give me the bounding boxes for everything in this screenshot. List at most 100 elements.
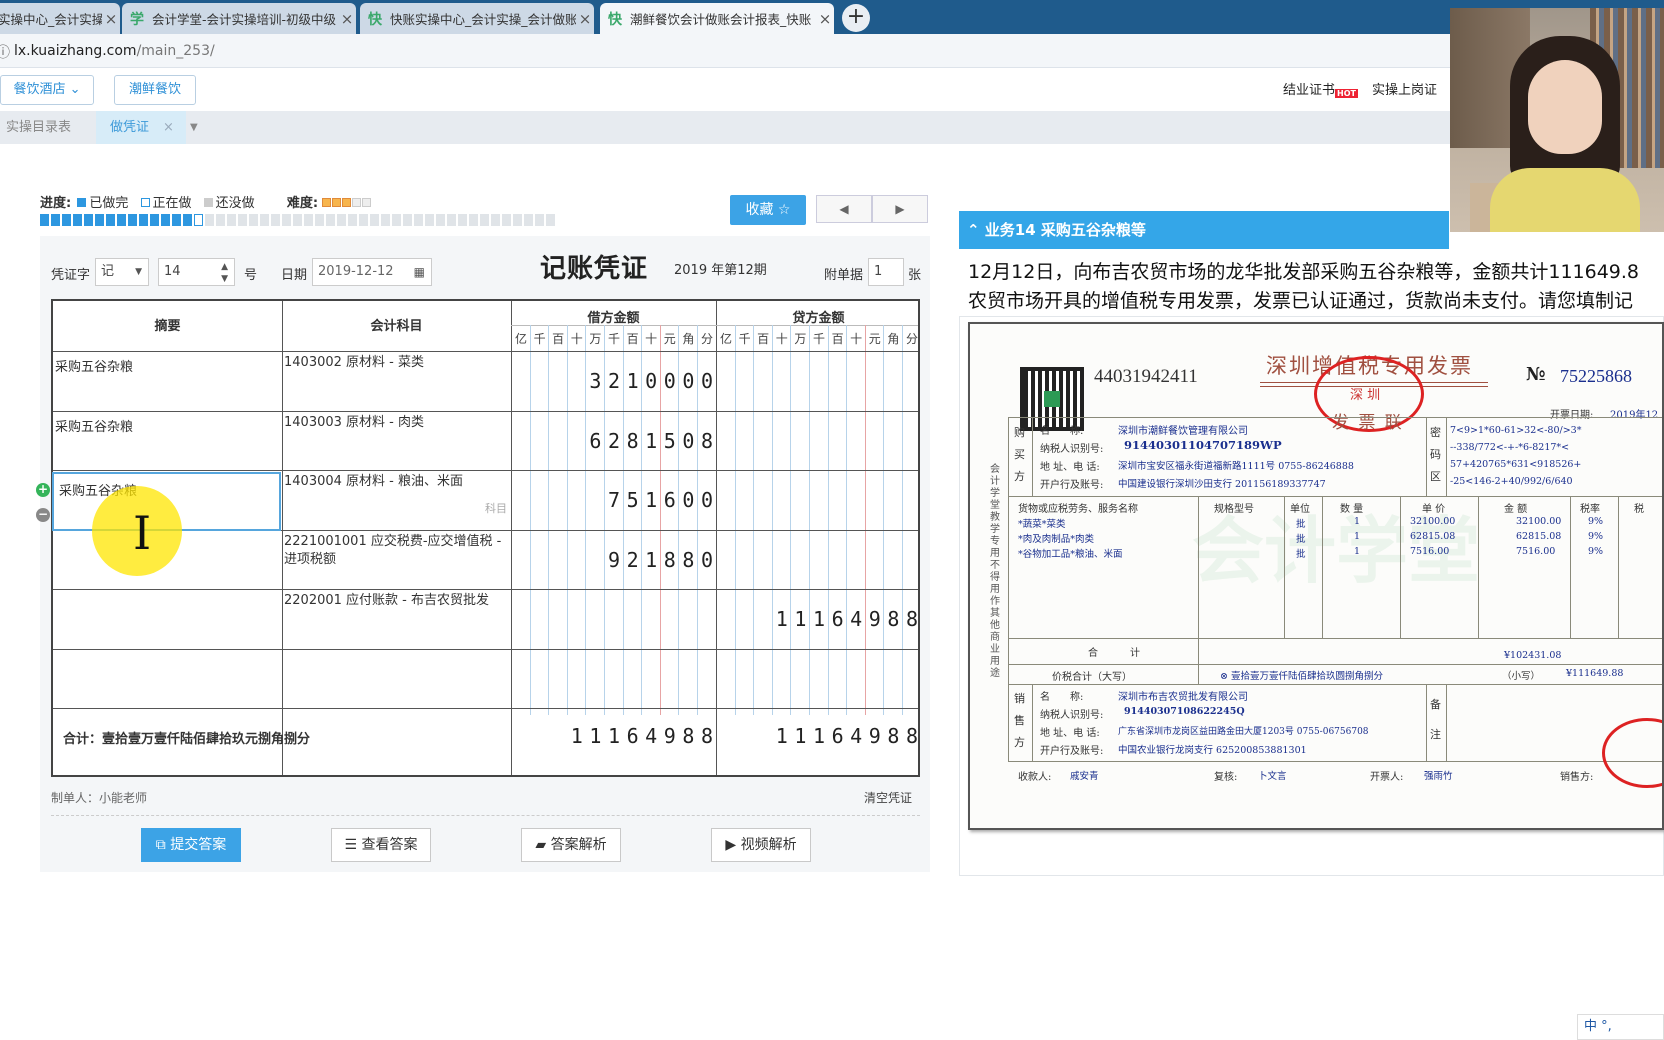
invoice-no-label: № [1526, 364, 1546, 385]
invoice-item-unit: 批 [1296, 549, 1306, 560]
buyer-taxid-label: 纳税人识别号: [1040, 444, 1104, 455]
todo-label: 还没做 [215, 196, 255, 211]
difficulty-star-icon [322, 198, 332, 207]
tab-voucher[interactable]: 做凭证 × [96, 111, 186, 144]
digit-divider [809, 325, 810, 715]
digit-divider [883, 325, 885, 715]
submit-button[interactable]: ⧉ 提交答案 [141, 828, 241, 862]
industry-select[interactable]: 餐饮酒店 ⌄ [0, 75, 94, 105]
price-header: 单 价 [1422, 504, 1446, 515]
favorite-button[interactable]: 收藏 ☆ [730, 195, 806, 225]
inv-line [1322, 496, 1323, 638]
progress-step [502, 214, 511, 226]
digit-divider [846, 325, 848, 715]
clear-voucher-link[interactable]: 清空凭证 [864, 789, 912, 806]
tab-dropdown-icon[interactable]: ▼ [190, 111, 204, 144]
certificate-link[interactable]: 结业证书 HOT [1283, 79, 1358, 98]
progress-step [216, 214, 225, 226]
progress-label: 进度: [40, 196, 72, 211]
attach-input[interactable]: 1 [868, 258, 904, 286]
col-debit-header: 借方金额 [587, 311, 640, 326]
voucher-word-label: 凭证字 [51, 268, 91, 283]
browser-tab-2[interactable]: 学 会计学堂-会计实操培训-初级中级 × [122, 3, 356, 34]
tab-catalog[interactable]: 实操目录表 [6, 111, 90, 144]
next-arrow-icon[interactable]: ▶ [872, 195, 928, 223]
unit-label: 百 [626, 332, 639, 346]
address-bar[interactable]: ⓘ lx.kuaizhang.com/main_253/ [0, 34, 1664, 68]
invoice-item-price: 32100.00 [1410, 516, 1456, 527]
progress-step [458, 214, 467, 226]
debit-digit: 8 [626, 428, 639, 453]
inv-line [1008, 664, 1662, 665]
industry-select-label: 餐饮酒店 [13, 82, 66, 97]
buyer-bank-label: 开户行及账号: [1040, 480, 1104, 491]
voucher-number-stepper[interactable]: 14 ▲ ▼ [158, 258, 235, 286]
inv-line [1032, 417, 1033, 496]
progress-step [150, 214, 159, 226]
tab-close-icon[interactable]: × [816, 10, 834, 28]
digit-divider [566, 325, 568, 715]
doing-square-icon [140, 198, 150, 207]
unit-label: 百 [831, 332, 844, 346]
maker: 制单人：小能老师 [51, 791, 148, 805]
voucher-period: 2019 年第12期 [674, 263, 767, 278]
invoice-item-price: 7516.00 [1410, 546, 1450, 557]
browser-tab-1[interactable]: 实操中心_会计实操 × [0, 3, 120, 34]
prev-arrow-icon[interactable]: ◀ [816, 195, 872, 223]
progress-step [535, 214, 544, 226]
debit-digit: 2 [607, 369, 621, 393]
attach-label: 附单据 [824, 268, 864, 283]
progress-step [491, 214, 500, 226]
browser-tab-4[interactable]: 快 潮鲜餐饮会计做账会计报表_快账 × [600, 3, 834, 34]
folder-icon: ▰ [535, 837, 551, 853]
company-button[interactable]: 潮鲜餐饮 [114, 75, 196, 105]
play-icon: ▶ [725, 837, 741, 853]
voucher-word-select[interactable]: 记 ▼ [95, 258, 149, 286]
database-icon: ☰ [344, 837, 362, 853]
tab-close-icon[interactable]: × [338, 10, 356, 28]
vat-invoice-image: 会计学堂 44031942411 深圳增值税专用发票 深 圳 发 票 联 № 7… [968, 322, 1664, 830]
review: 卜文言 [1258, 771, 1287, 782]
invoice-item-price: 62815.08 [1410, 531, 1456, 542]
debit-digit: 5 [663, 428, 676, 453]
webcam-video-overlay [1450, 8, 1664, 232]
tab-close-icon[interactable]: × [102, 10, 120, 28]
ime-indicator[interactable]: 中 °, [1577, 1014, 1664, 1040]
date-input[interactable]: 2019-12-12 ▦ [312, 258, 432, 286]
new-tab-button[interactable]: + [842, 4, 870, 32]
inv-line [1618, 496, 1619, 638]
inv-line [1198, 496, 1199, 664]
remove-row-icon[interactable]: − [36, 508, 50, 522]
tab-close-icon[interactable]: × [163, 120, 174, 135]
browser-tab-3[interactable]: 快 快账实操中心_会计实操_会计做账 × [360, 3, 594, 34]
site-info-icon[interactable]: ⓘ [0, 42, 10, 62]
review-label: 复核: [1214, 772, 1238, 783]
small-label: （小写） [1502, 671, 1541, 682]
stepper-arrows-icon[interactable]: ▲ ▼ [221, 261, 228, 285]
answer-analysis-button[interactable]: ▰ 答案解析 [521, 828, 621, 862]
progress-step [249, 214, 258, 226]
total-debit-digit: 9 [663, 724, 676, 748]
answer-analysis-label: 答案解析 [550, 837, 607, 853]
job-cert-link[interactable]: 实操上岗证 [1372, 79, 1437, 98]
text-cursor-icon: I [133, 506, 152, 560]
add-row-icon[interactable]: + [36, 483, 50, 497]
url-text[interactable]: lx.kuaizhang.com/main_253/ [14, 43, 215, 59]
business-header[interactable]: ⌃ 业务14 采购五谷杂粮等 [959, 211, 1449, 249]
unit-label: 十 [775, 332, 788, 346]
invoice-item-unit: 批 [1296, 519, 1306, 530]
invoice-item-rate: 9% [1588, 546, 1604, 557]
tab-favicon-icon: 快 [368, 11, 382, 28]
debit-digit: 2 [626, 547, 639, 572]
debit-digit: 3 [589, 369, 602, 393]
voucher-number-value: 14 [164, 264, 181, 279]
unit-label: 千 [738, 332, 751, 346]
view-answer-button[interactable]: ☰ 查看答案 [331, 828, 431, 862]
done-label: 已做完 [89, 196, 129, 211]
video-analysis-button[interactable]: ▶ 视频解析 [711, 828, 811, 862]
buyer-addr: 深圳市宝安区福永街道福新路1111号 0755-86246888 [1118, 461, 1354, 472]
calendar-icon[interactable]: ▦ [414, 259, 425, 285]
tab-title: 实操中心_会计实操 [0, 12, 102, 27]
progress-step [227, 214, 236, 226]
tab-close-icon[interactable]: × [576, 10, 594, 28]
